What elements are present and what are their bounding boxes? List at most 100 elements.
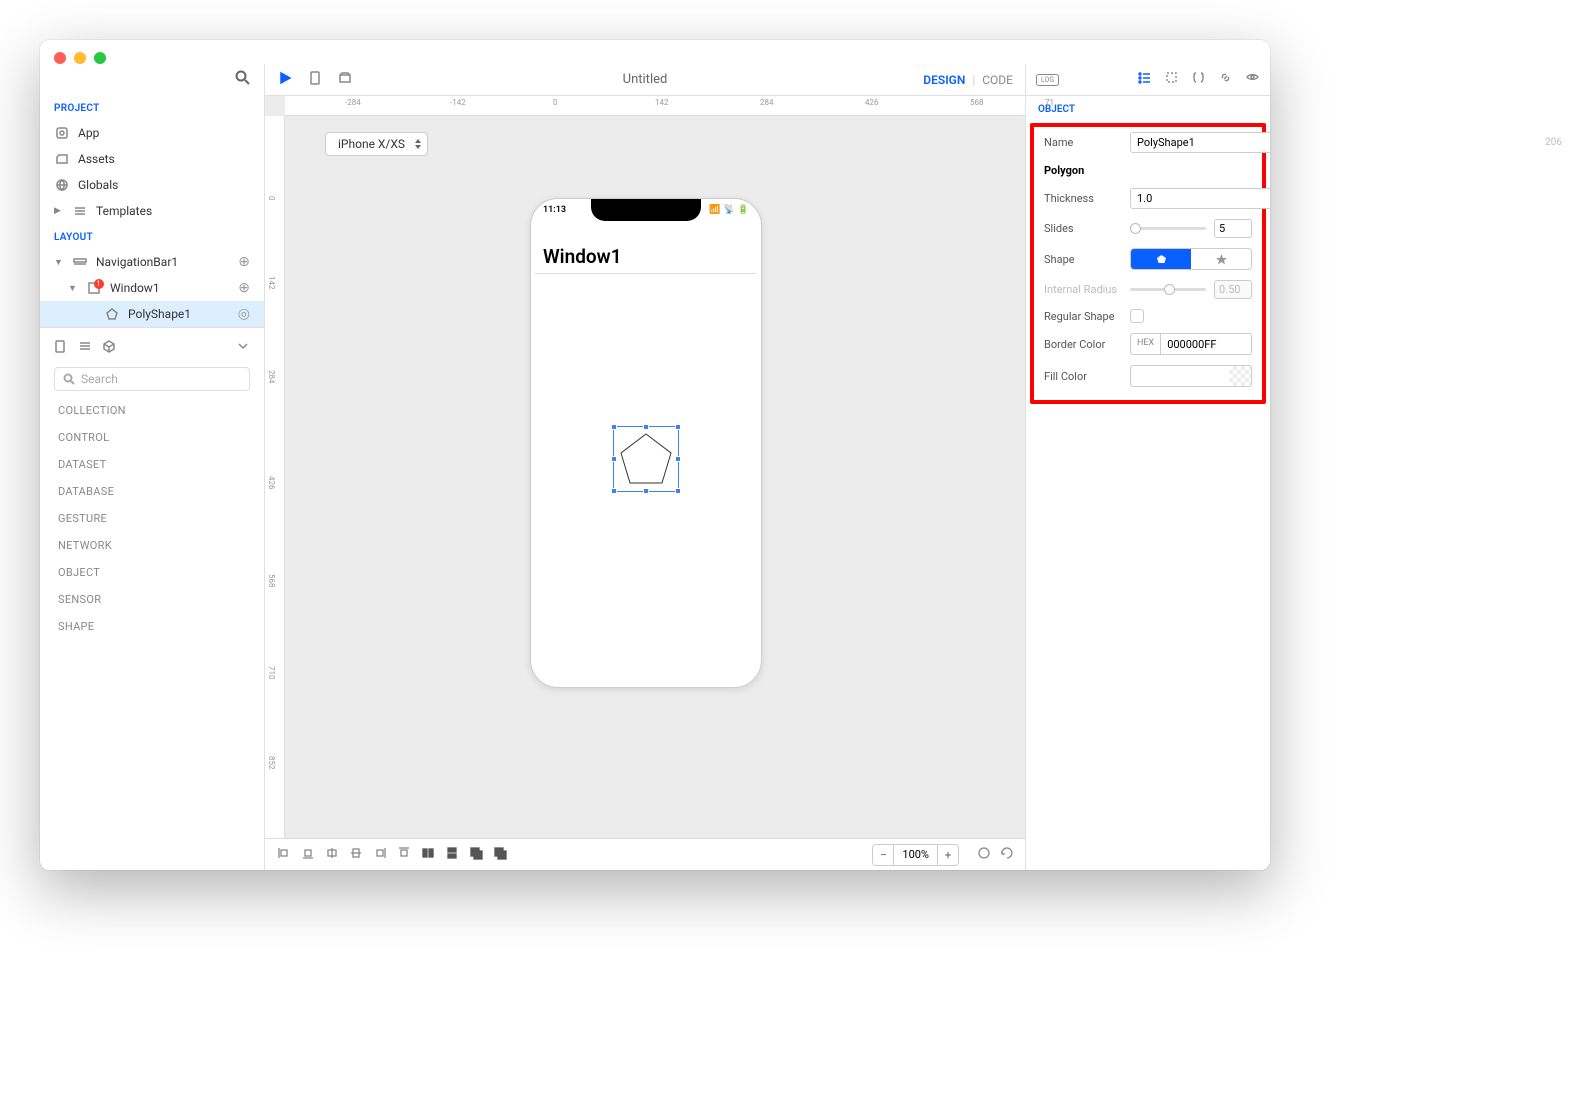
align-top-button[interactable]: [397, 845, 411, 864]
project-item-app[interactable]: App: [40, 120, 264, 146]
layout-item-polyshape[interactable]: PolyShape1 ◎: [40, 301, 264, 327]
resize-handle[interactable]: [675, 424, 681, 430]
app-window: PROJECT App Assets Globals ▶ Templates: [40, 40, 1270, 870]
property-label: Name: [1044, 136, 1122, 149]
inspector-tab-code[interactable]: [1191, 70, 1206, 89]
library-tab-objects[interactable]: [102, 338, 116, 357]
navbar-icon: [72, 254, 88, 270]
design-mode-tab[interactable]: DESIGN: [923, 73, 965, 87]
align-bottom-button[interactable]: [301, 845, 315, 864]
shape-star-option[interactable]: [1191, 249, 1251, 269]
minimize-window-button[interactable]: [74, 52, 86, 64]
app-icon: [54, 125, 70, 141]
selection-box[interactable]: [613, 426, 679, 492]
library-category[interactable]: SENSOR: [40, 586, 264, 613]
highlighted-region: Name 206 Polygon Thickness Slides Shape: [1030, 123, 1266, 404]
library-category[interactable]: NETWORK: [40, 532, 264, 559]
fit-button[interactable]: [977, 845, 991, 864]
globals-icon: [54, 177, 70, 193]
thickness-input[interactable]: [1130, 188, 1270, 209]
rotate-icon: [999, 846, 1013, 860]
distribute-h-button[interactable]: [421, 845, 435, 864]
window-title: Window1: [543, 245, 622, 268]
name-input[interactable]: [1130, 132, 1270, 153]
regular-shape-checkbox[interactable]: [1130, 309, 1144, 323]
resize-handle[interactable]: [611, 456, 617, 462]
add-button[interactable]: ⊕: [238, 280, 250, 296]
shape-polygon-option[interactable]: [1131, 249, 1191, 269]
library-category[interactable]: SHAPE: [40, 613, 264, 640]
search-placeholder: Search: [81, 372, 118, 386]
orientation-button[interactable]: [999, 845, 1013, 864]
device-button[interactable]: [307, 70, 323, 90]
bounds-icon: [1164, 70, 1179, 85]
disclosure-triangle-icon[interactable]: ▼: [54, 257, 64, 268]
badge: 1: [94, 279, 104, 289]
archive-button[interactable]: [337, 70, 353, 90]
inspector-panel: LOG OBJECT Name 206 Polygon Thickness: [1025, 64, 1270, 870]
inspector-tab-layout[interactable]: [1164, 70, 1179, 89]
library-category[interactable]: DATASET: [40, 451, 264, 478]
library-collapse-button[interactable]: [236, 338, 250, 357]
resize-handle[interactable]: [675, 456, 681, 462]
object-type-label: Polygon: [1034, 158, 1262, 183]
resize-handle[interactable]: [611, 488, 617, 494]
library-category[interactable]: GESTURE: [40, 505, 264, 532]
inspector-tab-properties[interactable]: [1137, 70, 1152, 89]
disclosure-triangle-icon[interactable]: ▼: [68, 283, 78, 294]
align-right-button[interactable]: [373, 845, 387, 864]
resize-handle[interactable]: [643, 424, 649, 430]
library-category[interactable]: CONTROL: [40, 424, 264, 451]
layout-item-navigationbar[interactable]: ▼ NavigationBar1 ⊕: [40, 249, 264, 275]
slides-value-input[interactable]: [1214, 219, 1252, 238]
layout-item-window[interactable]: ▼ 1 Window1 ⊕: [40, 275, 264, 301]
send-back-icon: [469, 846, 483, 860]
vertical-ruler[interactable]: 0142284426568710852: [265, 116, 285, 838]
horizontal-ruler[interactable]: -284-142014228442656871: [285, 96, 1025, 116]
add-button[interactable]: ⊕: [238, 254, 250, 270]
zoom-in-button[interactable]: +: [938, 845, 958, 865]
sidebar-search-button[interactable]: [40, 64, 264, 95]
disclosure-triangle-icon[interactable]: ▶: [54, 206, 64, 216]
bring-front-button[interactable]: [493, 845, 507, 864]
align-center-h-button[interactable]: [325, 845, 339, 864]
shape-toggle[interactable]: [1130, 248, 1252, 270]
align-left-button[interactable]: [277, 845, 291, 864]
library-category[interactable]: DATABASE: [40, 478, 264, 505]
inspector-toolbar: LOG: [1026, 64, 1270, 96]
run-button[interactable]: [277, 70, 293, 90]
slides-slider[interactable]: [1130, 227, 1206, 230]
library-tab-screens[interactable]: [54, 338, 68, 357]
statusbar-time: 11:13: [543, 205, 566, 215]
library-search-input[interactable]: Search: [54, 367, 250, 391]
resize-handle[interactable]: [675, 488, 681, 494]
library-tab-list[interactable]: [78, 338, 92, 357]
inspector-tab-preview[interactable]: [1245, 70, 1260, 89]
design-canvas[interactable]: iPhone X/XS 11:13 📶 📡 🔋 Window1: [285, 116, 1025, 838]
maximize-window-button[interactable]: [94, 52, 106, 64]
align-center-v-button[interactable]: [349, 845, 363, 864]
device-selector[interactable]: iPhone X/XS: [325, 132, 428, 156]
window-icon: 1: [86, 280, 102, 296]
resize-handle[interactable]: [643, 488, 649, 494]
library-category[interactable]: COLLECTION: [40, 397, 264, 424]
log-button[interactable]: LOG: [1036, 74, 1059, 86]
fill-color-swatch[interactable]: [1229, 366, 1251, 386]
project-item-globals[interactable]: Globals: [40, 172, 264, 198]
project-item-assets[interactable]: Assets: [40, 146, 264, 172]
fill-color-input[interactable]: [1131, 366, 1229, 386]
inspector-tab-actions[interactable]: [1218, 70, 1233, 89]
item-target-icon[interactable]: ◎: [238, 306, 250, 322]
play-icon: [277, 70, 293, 86]
project-item-templates[interactable]: ▶ Templates: [40, 198, 264, 224]
close-window-button[interactable]: [54, 52, 66, 64]
zoom-out-button[interactable]: −: [873, 845, 893, 865]
resize-handle[interactable]: [611, 424, 617, 430]
property-label: Shape: [1044, 253, 1122, 266]
distribute-v-button[interactable]: [445, 845, 459, 864]
phone-preview: 11:13 📶 📡 🔋 Window1: [530, 198, 762, 688]
border-color-input[interactable]: [1161, 334, 1252, 354]
library-category[interactable]: OBJECT: [40, 559, 264, 586]
send-back-button[interactable]: [469, 845, 483, 864]
code-mode-tab[interactable]: CODE: [982, 73, 1013, 87]
